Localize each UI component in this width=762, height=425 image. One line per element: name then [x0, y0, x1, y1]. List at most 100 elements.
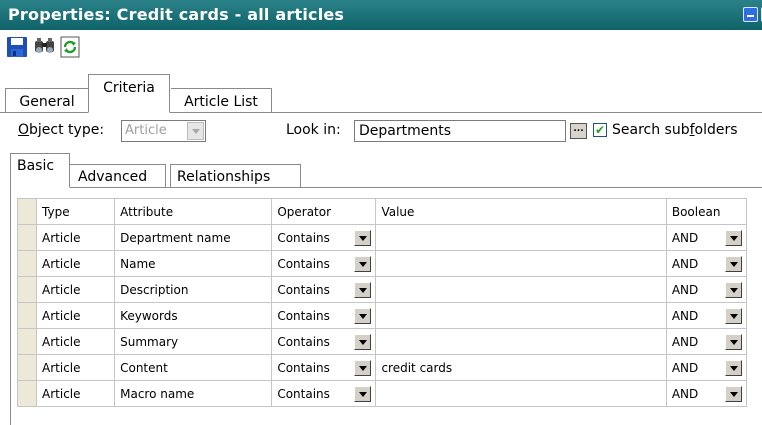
cell-operator[interactable]: Contains [271, 380, 377, 407]
tab-divider-left [0, 112, 88, 113]
tab-divider-right [170, 112, 762, 113]
chevron-down-icon [187, 122, 204, 140]
minimize-button[interactable] [743, 7, 758, 22]
cell-type[interactable]: Article [36, 250, 116, 277]
cell-boolean[interactable]: AND [665, 276, 748, 303]
search-subfolders-checkbox[interactable]: ✔ [593, 123, 607, 137]
object-type-label: Object type: [18, 122, 105, 138]
cell-attribute[interactable]: Name [114, 250, 273, 277]
tab-advanced[interactable]: Advanced [70, 164, 166, 188]
operator-value: Contains [277, 308, 330, 323]
row-header[interactable] [16, 224, 38, 251]
column-header-attribute[interactable]: Attribute [114, 198, 273, 225]
row-header[interactable] [16, 250, 38, 277]
table-row[interactable]: Article Keywords Contains AND [16, 302, 748, 329]
cell-value[interactable]: credit cards [375, 354, 667, 381]
grid-header-row: Type Attribute Operator Value Boolean [16, 198, 748, 225]
table-row[interactable]: Article Name Contains AND [16, 250, 748, 277]
row-header[interactable] [16, 328, 38, 355]
refresh-icon[interactable] [59, 36, 81, 58]
table-row[interactable]: Article Description Contains AND [16, 276, 748, 303]
row-header[interactable] [16, 302, 38, 329]
chevron-down-icon[interactable] [354, 386, 372, 402]
chevron-down-icon[interactable] [725, 230, 742, 246]
boolean-value: AND [671, 282, 699, 297]
cell-value[interactable] [375, 380, 667, 407]
cell-value[interactable] [375, 224, 667, 251]
tab-criteria[interactable]: Criteria [88, 74, 170, 113]
tab-relationships[interactable]: Relationships [170, 164, 301, 188]
cell-boolean[interactable]: AND [665, 224, 748, 251]
cell-type[interactable]: Article [36, 224, 116, 251]
cell-attribute[interactable]: Summary [114, 328, 273, 355]
object-type-value: Article [125, 123, 167, 138]
cell-value[interactable] [375, 276, 667, 303]
column-header-value[interactable]: Value [375, 198, 667, 225]
chevron-down-icon[interactable] [725, 334, 742, 350]
tab-article-list[interactable]: Article List [171, 88, 272, 112]
chevron-down-icon[interactable] [725, 256, 742, 272]
cell-operator[interactable]: Contains [271, 276, 377, 303]
cell-attribute[interactable]: Content [114, 354, 273, 381]
chevron-down-icon[interactable] [354, 256, 372, 272]
chevron-down-icon[interactable] [354, 282, 372, 298]
cell-boolean[interactable]: AND [665, 354, 748, 381]
cell-attribute[interactable]: Keywords [114, 302, 273, 329]
chevron-down-icon[interactable] [354, 230, 372, 246]
cell-type[interactable]: Article [36, 302, 116, 329]
tab-general[interactable]: General [5, 88, 88, 112]
browse-button[interactable]: ... [570, 123, 587, 139]
window-titlebar: Properties: Credit cards - all articles [0, 0, 762, 30]
table-row[interactable]: Article Summary Contains AND [16, 328, 748, 355]
column-header-boolean[interactable]: Boolean [665, 198, 748, 225]
object-type-select[interactable]: Article [121, 120, 206, 142]
cell-value[interactable] [375, 328, 667, 355]
find-icon[interactable] [34, 36, 56, 58]
row-header[interactable] [16, 380, 38, 407]
boolean-value: AND [671, 230, 699, 245]
criteria-subtabs: Basic Advanced Relationships [0, 152, 762, 188]
operator-value: Contains [277, 230, 330, 245]
boolean-value: AND [671, 386, 699, 401]
chevron-down-icon[interactable] [354, 360, 372, 376]
chevron-down-icon[interactable] [725, 386, 742, 402]
cell-boolean[interactable]: AND [665, 250, 748, 277]
cell-boolean[interactable]: AND [665, 328, 748, 355]
operator-value: Contains [277, 256, 330, 271]
table-row[interactable]: Article Department name Contains AND [16, 224, 748, 251]
chevron-down-icon[interactable] [725, 360, 742, 376]
chevron-down-icon[interactable] [725, 308, 742, 324]
cell-boolean[interactable]: AND [665, 302, 748, 329]
cell-operator[interactable]: Contains [271, 302, 377, 329]
operator-value: Contains [277, 334, 330, 349]
cell-attribute[interactable]: Description [114, 276, 273, 303]
cell-operator[interactable]: Contains [271, 250, 377, 277]
tab-basic[interactable]: Basic [10, 153, 70, 188]
cell-boolean[interactable]: AND [665, 380, 748, 407]
table-row[interactable]: Article Macro name Contains AND [16, 380, 748, 407]
chevron-down-icon[interactable] [354, 334, 372, 350]
cell-attribute[interactable]: Department name [114, 224, 273, 251]
save-icon[interactable] [6, 36, 28, 58]
chevron-down-icon[interactable] [354, 308, 372, 324]
row-header[interactable] [16, 276, 38, 303]
column-header-type[interactable]: Type [36, 198, 116, 225]
main-tabs: General Criteria Article List [0, 73, 762, 113]
boolean-value: AND [671, 360, 699, 375]
row-header[interactable] [16, 354, 38, 381]
look-in-input[interactable]: Departments [354, 120, 566, 142]
chevron-down-icon[interactable] [725, 282, 742, 298]
cell-attribute[interactable]: Macro name [114, 380, 273, 407]
cell-type[interactable]: Article [36, 380, 116, 407]
cell-operator[interactable]: Contains [271, 354, 377, 381]
cell-type[interactable]: Article [36, 276, 116, 303]
cell-type[interactable]: Article [36, 354, 116, 381]
cell-type[interactable]: Article [36, 328, 116, 355]
cell-operator[interactable]: Contains [271, 224, 377, 251]
cell-value[interactable] [375, 250, 667, 277]
column-header-operator[interactable]: Operator [271, 198, 377, 225]
window-title: Properties: Credit cards - all articles [8, 5, 345, 24]
cell-operator[interactable]: Contains [271, 328, 377, 355]
cell-value[interactable] [375, 302, 667, 329]
table-row[interactable]: Article Content Contains credit cards AN… [16, 354, 748, 381]
